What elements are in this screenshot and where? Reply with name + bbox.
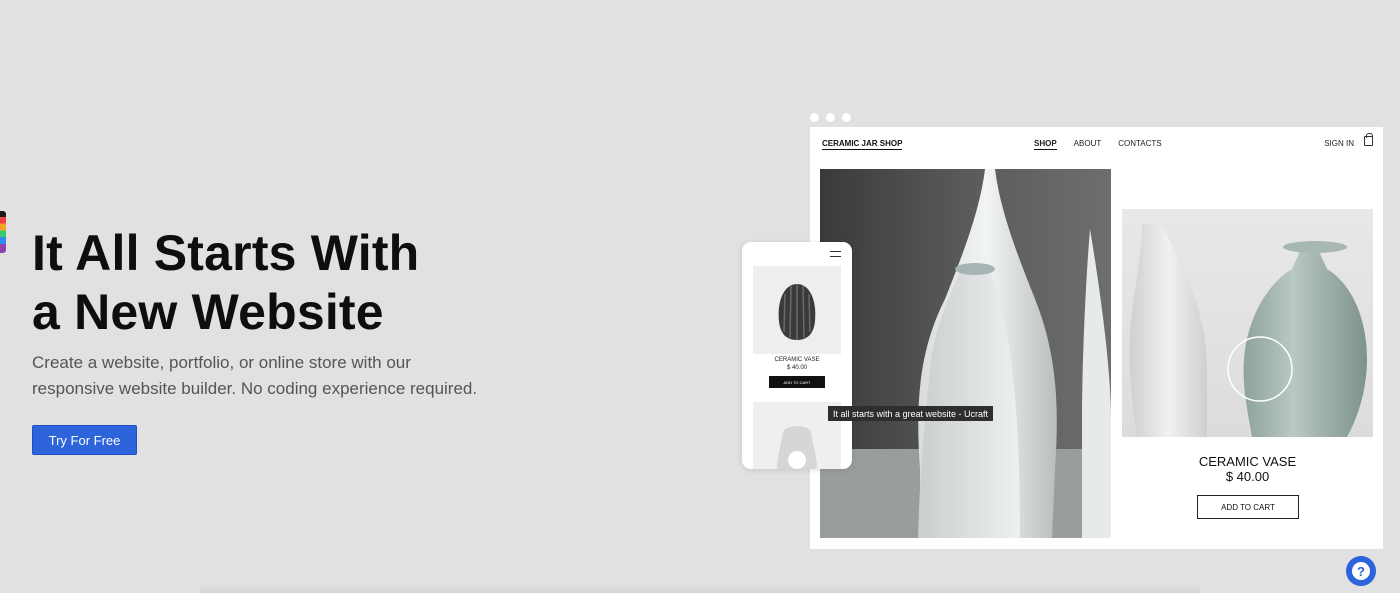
phone-add-to-cart-button: ADD TO CART: [769, 376, 825, 388]
try-for-free-button[interactable]: Try For Free: [32, 425, 137, 455]
shopping-bag-icon: [1364, 133, 1373, 146]
phone-preview: CERAMIC VASE $ 40.00 ADD TO CART: [742, 242, 852, 469]
phone-product-price: $ 40.00: [786, 365, 808, 371]
hero-title-line1: It All Starts With: [32, 225, 420, 281]
side-color-tab[interactable]: [0, 211, 6, 253]
video-tooltip: It all starts with a great website - Ucr…: [828, 406, 994, 421]
add-to-cart-button: ADD TO CART: [1197, 495, 1299, 519]
hero-description-line1: Create a website, portfolio, or online s…: [32, 353, 411, 372]
website-preview: CERAMIC JAR SHOP SHOP ABOUT CONTACTS SIG…: [810, 127, 1383, 549]
product-price: $ 40.00: [1225, 469, 1270, 484]
hero-description-line2: responsive website builder. No coding ex…: [32, 379, 478, 398]
sign-in-link: SIGN IN: [1324, 139, 1354, 148]
vase-side-illustration: [1122, 209, 1373, 437]
product-name: CERAMIC VASE: [1198, 454, 1297, 469]
shop-brand: CERAMIC JAR SHOP: [822, 139, 903, 150]
bottom-divider: [200, 584, 1200, 593]
window-dot: [810, 113, 819, 122]
phone-product-photo: [753, 266, 841, 354]
window-dots: [810, 113, 851, 122]
vase-side-photo: [1122, 209, 1373, 437]
help-icon: ?: [1352, 562, 1370, 580]
help-button[interactable]: ?: [1346, 556, 1376, 586]
window-dot: [826, 113, 835, 122]
vase-photo-illustration: [820, 169, 1111, 538]
window-dot: [842, 113, 851, 122]
shop-nav: SHOP ABOUT CONTACTS: [1034, 139, 1162, 150]
hamburger-menu-icon: [830, 251, 841, 257]
phone-product-name: CERAMIC VASE: [774, 357, 820, 363]
nav-contacts: CONTACTS: [1118, 139, 1162, 148]
hero-section: It All Starts With a New Website Create …: [32, 224, 592, 402]
nav-shop: SHOP: [1034, 139, 1057, 150]
vase-main-photo: [820, 169, 1111, 538]
nav-about: ABOUT: [1073, 139, 1102, 148]
hero-title-line2: a New Website: [32, 284, 384, 340]
ribbed-vase-illustration: [778, 284, 816, 340]
hero-description: Create a website, portfolio, or online s…: [32, 350, 592, 402]
hero-title: It All Starts With a New Website: [32, 224, 592, 342]
